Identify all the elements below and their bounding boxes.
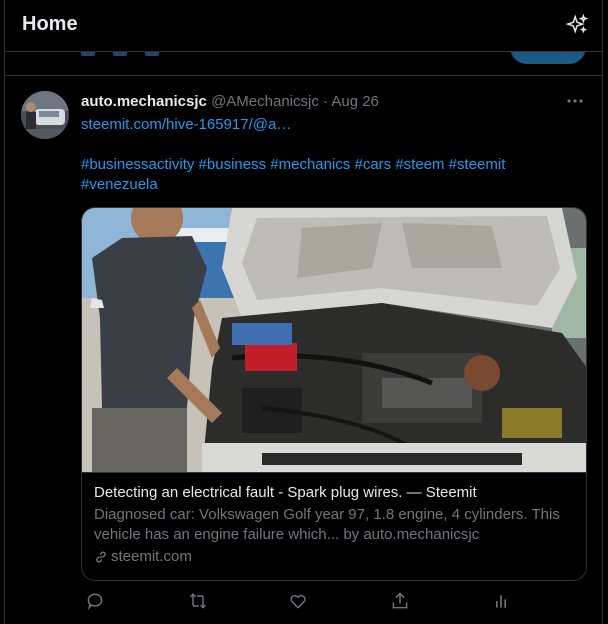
display-name[interactable]: auto.mechanicsjc xyxy=(81,93,207,110)
avatar[interactable] xyxy=(21,91,69,139)
tweet-hashtags[interactable]: #businessactivity #business #mechanics #… xyxy=(81,155,541,195)
link-icon xyxy=(96,551,106,563)
card-domain-text: steemit.com xyxy=(111,548,192,565)
tweet-actions xyxy=(81,591,511,613)
tweet-button-partial[interactable] xyxy=(510,52,586,64)
tweet-link[interactable]: steemit.com/hive-165917/@a… xyxy=(81,116,291,133)
compose-toolbar-partial xyxy=(81,52,159,56)
card-title: Detecting an electrical fault - Spark pl… xyxy=(94,484,477,501)
sparkle-icon[interactable] xyxy=(565,13,589,36)
link-preview-card[interactable]: Detecting an electrical fault - Spark pl… xyxy=(81,207,587,581)
top-header: Home xyxy=(5,0,602,52)
retweet-icon[interactable] xyxy=(188,591,208,611)
reply-icon[interactable] xyxy=(85,591,105,611)
separator-dot: · xyxy=(323,93,328,110)
card-image xyxy=(82,208,586,472)
like-icon[interactable] xyxy=(288,591,308,611)
analytics-icon[interactable] xyxy=(491,591,511,611)
timeline-column: Home auto.mechanicsjc @AMechanicsjc · Au… xyxy=(4,0,603,624)
card-body: Detecting an electrical fault - Spark pl… xyxy=(82,472,586,577)
gif-icon[interactable] xyxy=(113,52,127,56)
media-icon[interactable] xyxy=(81,52,95,56)
handle[interactable]: @AMechanicsjc xyxy=(211,93,319,110)
card-description: Diagnosed car: Volkswagen Golf year 97, … xyxy=(94,506,560,543)
tweet-date[interactable]: Aug 26 xyxy=(331,93,379,110)
page-title: Home xyxy=(22,13,78,35)
more-options-icon[interactable] xyxy=(564,91,586,111)
tweet-header: auto.mechanicsjc @AMechanicsjc · Aug 26 xyxy=(81,93,379,110)
poll-icon[interactable] xyxy=(145,52,159,56)
compose-area-partial xyxy=(5,52,602,76)
share-icon[interactable] xyxy=(390,591,410,611)
card-domain: steemit.com xyxy=(94,547,574,567)
tweet[interactable]: auto.mechanicsjc @AMechanicsjc · Aug 26 … xyxy=(5,77,602,624)
